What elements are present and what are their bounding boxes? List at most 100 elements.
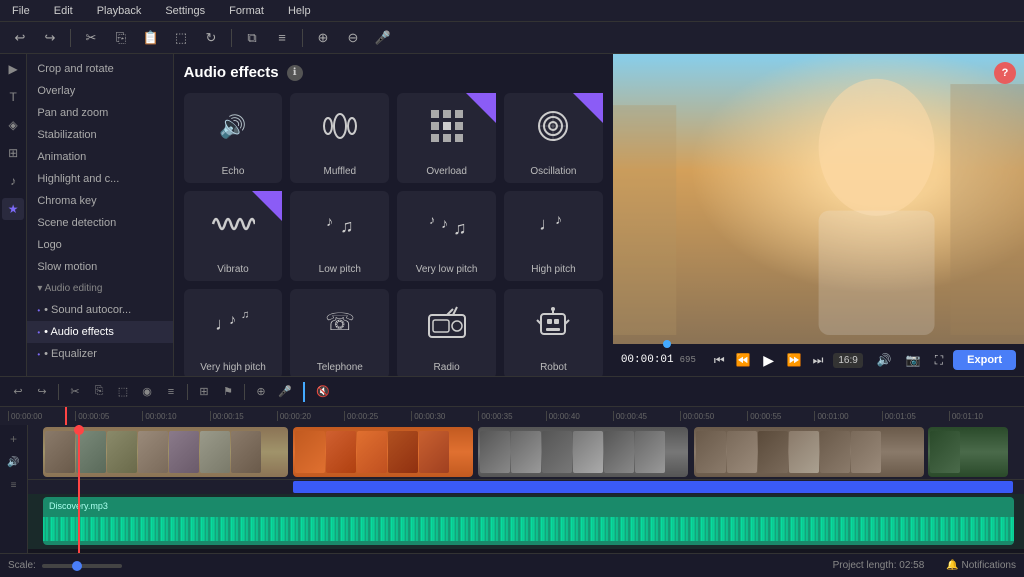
effect-very-high-pitch[interactable]: ♩ ♪ ♫ Very high pitch xyxy=(184,289,283,376)
thumb xyxy=(107,431,137,473)
sidebar-item-chroma[interactable]: Chroma key xyxy=(27,190,172,212)
tl-paste-btn[interactable]: ⬚ xyxy=(113,382,133,402)
trim-button[interactable]: ≡ xyxy=(270,26,294,50)
tl-mic-btn[interactable]: 🎤 xyxy=(275,382,295,402)
effect-low-pitch[interactable]: ♪ ♫ Low pitch xyxy=(290,191,389,281)
tl-split-btn[interactable]: ◉ xyxy=(137,382,157,402)
frame-display: 695 xyxy=(680,355,696,365)
tl-marker-btn[interactable]: ⚑ xyxy=(218,382,238,402)
overload-badge xyxy=(466,93,496,123)
effect-telephone[interactable]: ☏ Telephone xyxy=(290,289,389,376)
mic-button[interactable]: 🎤 xyxy=(371,26,395,50)
tl-redo-btn[interactable]: ↪ xyxy=(32,382,52,402)
tl-cut-btn[interactable]: ✂ xyxy=(65,382,85,402)
very-high-pitch-icon: ♩ ♪ ♫ xyxy=(211,297,255,347)
color-strip[interactable] xyxy=(293,481,1013,493)
effect-radio[interactable]: Radio xyxy=(397,289,496,376)
transition-icon-btn[interactable]: ⊞ xyxy=(2,142,24,164)
audio-icon-btn[interactable]: ♪ xyxy=(2,170,24,192)
sidebar-item-pan-zoom[interactable]: Pan and zoom xyxy=(27,102,172,124)
tl-snap-btn[interactable]: ⊞ xyxy=(194,382,214,402)
play-button[interactable]: ▶ xyxy=(758,349,780,371)
step-forward-button[interactable]: ⏩ xyxy=(783,351,806,369)
redo-button[interactable]: ↪ xyxy=(38,26,62,50)
menu-edit[interactable]: Edit xyxy=(50,3,77,19)
video-clip-5[interactable] xyxy=(928,427,1008,477)
sidebar-item-animation[interactable]: Animation xyxy=(27,146,172,168)
video-clip-4[interactable] xyxy=(694,427,924,477)
copy-button[interactable]: ⎘ xyxy=(109,26,133,50)
sidebar-item-equalizer[interactable]: •• Equalizer xyxy=(27,343,172,365)
playhead-knob xyxy=(74,425,84,435)
vibrato-label: Vibrato xyxy=(217,264,249,275)
menu-format[interactable]: Format xyxy=(225,3,268,19)
skip-end-button[interactable]: ⏭ xyxy=(809,351,828,370)
vibrato-badge xyxy=(252,191,282,221)
zoom-in-button[interactable]: ⊕ xyxy=(311,26,335,50)
effect-overload[interactable]: Overload xyxy=(397,93,496,183)
tl-trim-btn[interactable]: ≡ xyxy=(161,382,181,402)
thumb xyxy=(635,431,665,473)
step-back-button[interactable]: ⏪ xyxy=(732,351,755,369)
volume-button[interactable]: 🔊 xyxy=(873,351,896,369)
media-icon-btn[interactable]: ▶ xyxy=(2,58,24,80)
split-button[interactable]: ⧉ xyxy=(240,26,264,50)
tl-sep-1 xyxy=(58,384,59,400)
menu-settings[interactable]: Settings xyxy=(161,3,209,19)
paste-button[interactable]: 📋 xyxy=(139,26,163,50)
ruler-mark-7: 00:00:35 xyxy=(478,411,545,421)
effect-high-pitch[interactable]: ♩ ♪ High pitch xyxy=(504,191,603,281)
filter-icon-btn[interactable]: ◈ xyxy=(2,114,24,136)
vol-track-btn[interactable]: 🔊 xyxy=(4,452,24,472)
text-icon-btn[interactable]: T xyxy=(2,86,24,108)
menu-help[interactable]: Help xyxy=(284,3,315,19)
clip-4-thumbnails xyxy=(694,427,883,477)
thumb xyxy=(789,431,819,473)
add-track-btn[interactable]: + xyxy=(4,429,24,449)
sidebar-item-overlay[interactable]: Overlay xyxy=(27,80,172,102)
snapshot-button[interactable]: 📷 xyxy=(902,351,925,369)
tl-undo-btn[interactable]: ↩ xyxy=(8,382,28,402)
sidebar-item-audio-effects[interactable]: •• Audio effects xyxy=(27,321,172,343)
effects-icon-btn[interactable]: ★ xyxy=(2,198,24,220)
scale-thumb[interactable] xyxy=(72,561,82,571)
info-icon[interactable]: ℹ xyxy=(287,65,303,81)
sidebar-item-logo[interactable]: Logo xyxy=(27,234,172,256)
crop-button[interactable]: ⬚ xyxy=(169,26,193,50)
help-button[interactable]: ? xyxy=(994,62,1016,84)
effect-robot[interactable]: Robot xyxy=(504,289,603,376)
sidebar-item-crop[interactable]: Crop and rotate xyxy=(27,58,172,80)
timeline-tracks-container: + 🔊 ≡ xyxy=(0,425,1024,553)
effect-muffled[interactable]: Muffled xyxy=(290,93,389,183)
scale-slider[interactable] xyxy=(42,564,122,568)
rotate-button[interactable]: ↻ xyxy=(199,26,223,50)
effect-very-low-pitch[interactable]: ♪ ♪ ♫ Very low pitch xyxy=(397,191,496,281)
effect-oscillation[interactable]: Oscillation xyxy=(504,93,603,183)
cut-button[interactable]: ✂ xyxy=(79,26,103,50)
track-settings-btn[interactable]: ≡ xyxy=(4,475,24,495)
menu-playback[interactable]: Playback xyxy=(93,3,146,19)
video-clip-2[interactable] xyxy=(293,427,473,477)
effect-vibrato[interactable]: Vibrato xyxy=(184,191,283,281)
svg-text:♪: ♪ xyxy=(555,211,562,227)
sidebar-item-scene[interactable]: Scene detection xyxy=(27,212,172,234)
sidebar-item-highlight[interactable]: Highlight and c... xyxy=(27,168,172,190)
tl-mute-btn[interactable]: 🔇 xyxy=(313,382,333,402)
tl-zoom-btn[interactable]: ⊕ xyxy=(251,382,271,402)
fullscreen-button[interactable]: ⛶ xyxy=(931,351,947,370)
effect-echo[interactable]: 🔊 Echo xyxy=(184,93,283,183)
zoom-out-button[interactable]: ⊖ xyxy=(341,26,365,50)
skip-start-button[interactable]: ⏮ xyxy=(710,351,729,370)
audio-clip[interactable]: Discovery.mp3 xyxy=(43,497,1014,545)
menu-file[interactable]: File xyxy=(8,3,34,19)
export-button[interactable]: Export xyxy=(953,350,1016,370)
thumb xyxy=(357,431,387,473)
notifications-btn[interactable]: 🔔 Notifications xyxy=(946,560,1016,571)
sidebar-item-slow-motion[interactable]: Slow motion xyxy=(27,256,172,278)
sidebar-item-stabilization[interactable]: Stabilization xyxy=(27,124,172,146)
undo-button[interactable]: ↩ xyxy=(8,26,32,50)
sidebar-item-audio-editing[interactable]: ▾ Audio editing xyxy=(27,278,172,299)
sidebar-item-sound-autocor[interactable]: •• Sound autocor... xyxy=(27,299,172,321)
video-clip-3[interactable] xyxy=(478,427,688,477)
tl-copy-btn[interactable]: ⎘ xyxy=(89,382,109,402)
